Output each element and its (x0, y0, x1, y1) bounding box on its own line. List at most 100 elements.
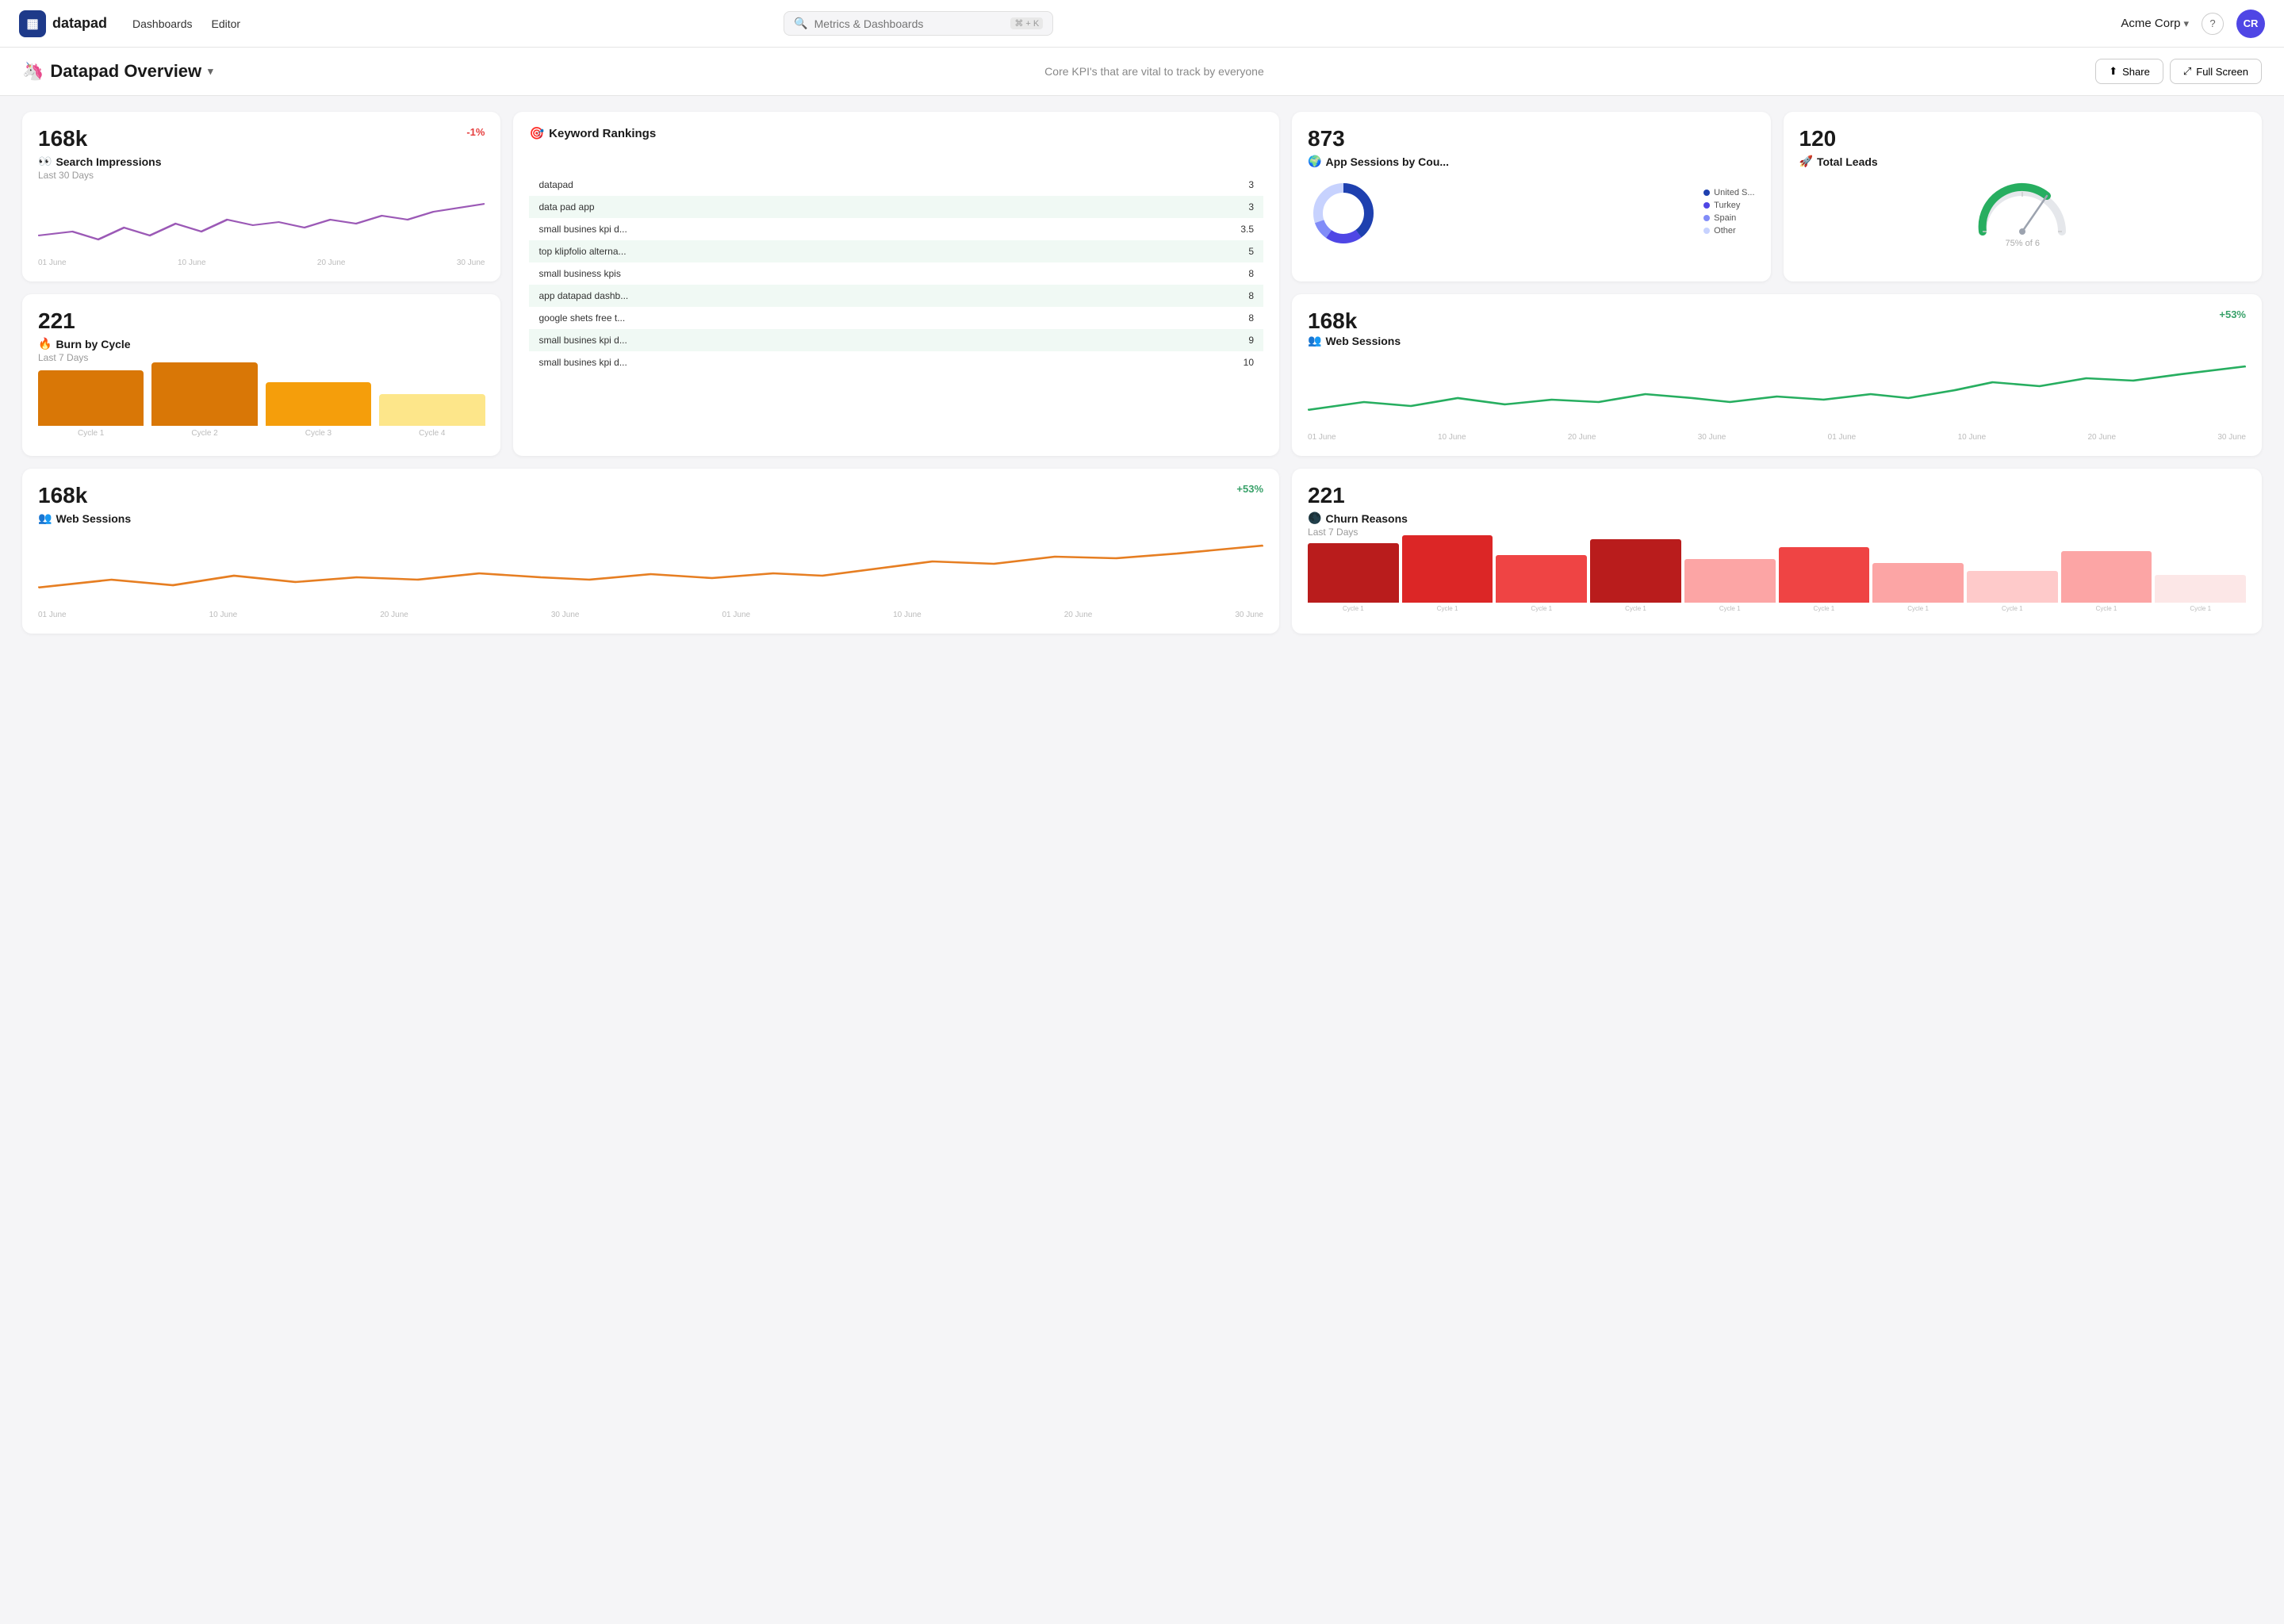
kw-pos: 8 (996, 307, 1263, 329)
card-label: 🌑 Churn Reasons (1308, 511, 2246, 525)
table-row: small busines kpi d...3.5 (529, 218, 1263, 240)
metric-value: 168k (38, 126, 87, 151)
table-row: top klipfolio alterna...5 (529, 240, 1263, 262)
logo[interactable]: ▦ datapad (19, 10, 107, 37)
churn-bar-col: Cycle 1 (1496, 555, 1587, 612)
search-bar[interactable]: 🔍 ⌘ + K (784, 11, 1053, 36)
card-top: 120 (1799, 126, 2246, 155)
fullscreen-button[interactable]: ⤢ Full Screen (2170, 59, 2262, 84)
card-top: 873 (1308, 126, 1754, 155)
bar-label: Cycle 1 (78, 429, 104, 438)
card-top: 168k +53% (1308, 308, 2246, 334)
churn-bar-label: Cycle 1 (2002, 605, 2023, 612)
bar-rect (266, 382, 371, 426)
legend-dot (1703, 228, 1710, 234)
bar-rect (151, 362, 257, 426)
company-selector[interactable]: Acme Corp ▾ (2121, 17, 2189, 30)
help-button[interactable]: ? (2202, 13, 2224, 35)
avatar[interactable]: CR (2236, 10, 2265, 38)
churn-bar-rect (1590, 539, 1681, 603)
metric-value: 221 (38, 308, 75, 334)
churn-bar-label: Cycle 1 (1719, 605, 1741, 612)
churn-bar-col: Cycle 1 (1779, 547, 1870, 612)
legend-dot (1703, 202, 1710, 209)
kw-query: top klipfolio alterna... (529, 240, 996, 262)
churn-bar-col: Cycle 1 (1308, 543, 1399, 612)
bar-rect (379, 394, 485, 426)
card-label: 👥 Web Sessions (1308, 334, 2246, 347)
table-row: data pad app3 (529, 196, 1263, 218)
table-row: small busines kpi d...10 (529, 351, 1263, 373)
kw-header: 🎯 Keyword Rankings (529, 126, 1263, 140)
churn-bar-rect (1402, 535, 1493, 603)
share-icon: ⬆ (2109, 65, 2117, 78)
card-label: 👥 Web Sessions (38, 511, 1263, 525)
kw-query: app datapad dashb... (529, 285, 996, 307)
label-emoji: 👥 (1308, 334, 1321, 347)
spark-chart (38, 192, 485, 255)
churn-bar-label: Cycle 1 (1437, 605, 1458, 612)
navbar: ▦ datapad Dashboards Editor 🔍 ⌘ + K Acme… (0, 0, 2284, 48)
legend-item: Turkey (1703, 201, 1754, 210)
legend-dot (1703, 215, 1710, 221)
kw-query: small business kpis (529, 262, 996, 285)
keyword-table: Search Query Avg. Pos. datapad3data pad … (529, 150, 1263, 373)
table-row: datapad3 (529, 174, 1263, 196)
dropdown-icon[interactable]: ▾ (208, 65, 213, 78)
card-top: 168k +53% (38, 483, 1263, 511)
card-sub: Last 30 Days (38, 170, 485, 181)
churn-bar-col: Cycle 1 (2155, 575, 2246, 612)
fullscreen-icon: ⤢ (2183, 65, 2191, 78)
table-row: google shets free t...8 (529, 307, 1263, 329)
table-row: small busines kpi d...9 (529, 329, 1263, 351)
metric-value: 168k (1308, 308, 1357, 333)
metric-value: 120 (1799, 126, 1837, 151)
kw-pos: 8 (996, 262, 1263, 285)
bar-col: Cycle 3 (266, 382, 371, 438)
churn-bar-rect (1779, 547, 1870, 603)
gauge-area: 75% of 6 (1799, 176, 2246, 248)
kw-query: datapad (529, 174, 996, 196)
churn-bar-rect (1967, 571, 2058, 603)
kw-pos: 9 (996, 329, 1263, 351)
kw-pos: 5 (996, 240, 1263, 262)
card-top: 221 (1308, 483, 2246, 511)
logo-text: datapad (52, 15, 107, 32)
bar-col: Cycle 2 (151, 362, 257, 438)
bar-label: Cycle 4 (419, 429, 445, 438)
churn-bar-col: Cycle 1 (1872, 563, 1964, 612)
badge-positive: +53% (1236, 483, 1263, 495)
table-row: app datapad dashb...8 (529, 285, 1263, 307)
churn-bar-label: Cycle 1 (1625, 605, 1646, 612)
main-grid: 168k -1% 👀 Search Impressions Last 30 Da… (0, 96, 2284, 649)
table-row: small business kpis8 (529, 262, 1263, 285)
kw-query: data pad app (529, 196, 996, 218)
share-button[interactable]: ⬆ Share (2095, 59, 2163, 84)
dashboard-title-text: Datapad Overview (50, 61, 201, 82)
kw-pos: 3 (996, 196, 1263, 218)
badge-positive: +53% (2219, 308, 2246, 320)
bar-label: Cycle 3 (305, 429, 331, 438)
chart-labels: 01 June 10 June 20 June 30 June 01 June … (1308, 433, 2246, 442)
kw-query: google shets free t... (529, 307, 996, 329)
chart-labels: 01 June 10 June 20 June 30 June 01 June … (38, 611, 1263, 619)
kw-col1: Search Query (529, 150, 996, 174)
churn-bar-col: Cycle 1 (2061, 551, 2152, 612)
spark-chart (38, 536, 1263, 607)
churn-bar-rect (2061, 551, 2152, 603)
kw-emoji: 🎯 (529, 126, 544, 140)
dashboard-subtitle: Core KPI's that are vital to track by ev… (1044, 65, 1264, 78)
search-input[interactable] (814, 17, 1005, 30)
kw-pos: 3.5 (996, 218, 1263, 240)
logo-icon: ▦ (19, 10, 46, 37)
search-icon: 🔍 (794, 17, 807, 30)
company-name: Acme Corp (2121, 17, 2180, 30)
churn-bar-rect (1308, 543, 1399, 603)
nav-dashboards[interactable]: Dashboards (132, 14, 193, 33)
churn-bar-label: Cycle 1 (2190, 605, 2211, 612)
nav-editor[interactable]: Editor (212, 14, 241, 33)
churn-bar-rect (1872, 563, 1964, 603)
churn-bar-rect (2155, 575, 2246, 603)
churn-bar-label: Cycle 1 (1343, 605, 1364, 612)
kw-query: small busines kpi d... (529, 218, 996, 240)
